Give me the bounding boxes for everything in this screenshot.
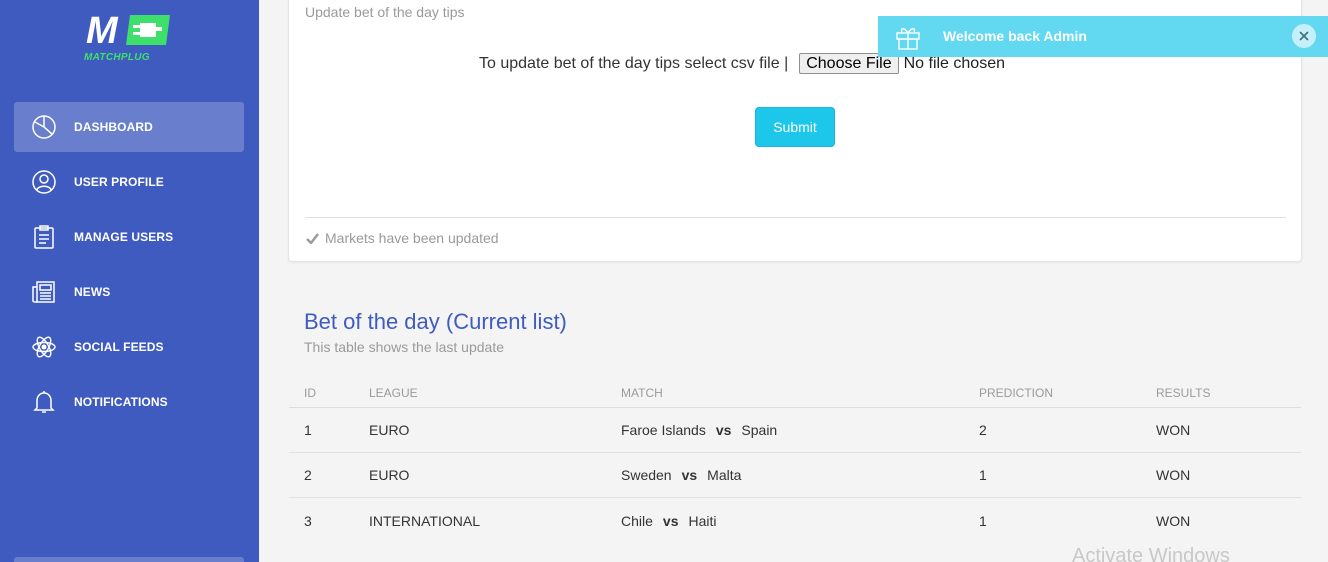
sidebar-item-label: USER PROFILE bbox=[74, 175, 164, 189]
table-title: Bet of the day (Current list) bbox=[304, 309, 567, 334]
column-header-results: RESULTS bbox=[1156, 385, 1211, 400]
cell-match: Sweden vs Malta bbox=[621, 467, 741, 483]
card-footer: Markets have been updated bbox=[306, 230, 499, 246]
logo-text: MATCHPLUG bbox=[84, 52, 150, 63]
user-icon bbox=[30, 168, 58, 196]
vs-label: vs bbox=[681, 467, 698, 483]
table-subtitle: This table shows the last update bbox=[304, 339, 505, 355]
away-team: Spain bbox=[741, 422, 778, 438]
submit-button[interactable]: Submit bbox=[755, 107, 835, 147]
logo[interactable]: M MATCHPLUG bbox=[84, 12, 176, 64]
column-header-id: ID bbox=[304, 385, 316, 400]
card-subtitle: Update bet of the day tips bbox=[305, 4, 465, 20]
home-team: Sweden bbox=[621, 467, 672, 483]
check-icon bbox=[306, 232, 319, 244]
cell-prediction: 1 bbox=[979, 467, 987, 483]
cell-id: 2 bbox=[304, 467, 312, 483]
divider bbox=[305, 217, 1286, 218]
cell-prediction: 2 bbox=[979, 422, 987, 438]
toast-username: Admin bbox=[1043, 28, 1087, 44]
table-header: ID LEAGUE MATCH PREDICTION RESULTS bbox=[289, 378, 1301, 408]
home-team: Faroe Islands bbox=[621, 422, 706, 438]
vs-label: vs bbox=[715, 422, 732, 438]
sidebar-item-label: MANAGE USERS bbox=[74, 230, 174, 244]
cell-result: WON bbox=[1156, 467, 1191, 483]
sidebar-item-partial[interactable] bbox=[14, 557, 244, 562]
cell-match: Chile vs Haiti bbox=[621, 513, 717, 529]
bet-table: ID LEAGUE MATCH PREDICTION RESULTS 1 EUR… bbox=[289, 378, 1301, 543]
column-header-league: LEAGUE bbox=[369, 385, 418, 400]
gift-icon bbox=[894, 23, 922, 56]
table-row: 2 EURO Sweden vs Malta 1 WON bbox=[289, 453, 1301, 498]
welcome-toast: Welcome back Admin bbox=[878, 16, 1328, 57]
cell-result: WON bbox=[1156, 512, 1191, 529]
clipboard-icon bbox=[30, 223, 58, 251]
file-status: No file chosen bbox=[903, 54, 1005, 72]
sidebar-item-label: NOTIFICATIONS bbox=[74, 395, 168, 409]
sidebar-item-social-feeds[interactable]: SOCIAL FEEDS bbox=[14, 322, 244, 372]
sidebar-item-dashboard[interactable]: DASHBOARD bbox=[14, 102, 244, 152]
bell-icon bbox=[30, 388, 58, 416]
sidebar-item-manage-users[interactable]: MANAGE USERS bbox=[14, 212, 244, 262]
table-row: 3 INTERNATIONAL Chile vs Haiti 1 WON bbox=[289, 498, 1301, 543]
close-icon[interactable] bbox=[1292, 24, 1316, 48]
column-header-match: MATCH bbox=[621, 385, 663, 400]
home-team: Chile bbox=[621, 512, 653, 529]
sidebar: M MATCHPLUG DASHBOARD USER PROFILE MANAG… bbox=[0, 0, 259, 562]
cell-id: 3 bbox=[304, 512, 312, 529]
footer-text: Markets have been updated bbox=[325, 230, 499, 246]
activate-windows-watermark: Activate Windows bbox=[1072, 545, 1230, 562]
upload-label: To update bet of the day tips select csv… bbox=[479, 54, 789, 72]
toast-message: Welcome back Admin bbox=[943, 28, 1087, 44]
toast-prefix: Welcome back bbox=[943, 28, 1044, 44]
away-team: Haiti bbox=[688, 512, 717, 529]
cell-league: EURO bbox=[369, 467, 410, 483]
cell-match: Faroe Islands vs Spain bbox=[621, 422, 777, 438]
cell-league: INTERNATIONAL bbox=[369, 512, 480, 529]
column-header-prediction: PREDICTION bbox=[979, 385, 1054, 400]
atom-icon bbox=[30, 333, 58, 361]
sidebar-item-notifications[interactable]: NOTIFICATIONS bbox=[14, 377, 244, 427]
sidebar-item-news[interactable]: NEWS bbox=[14, 267, 244, 317]
sidebar-nav: DASHBOARD USER PROFILE MANAGE USERS NEWS… bbox=[14, 102, 244, 432]
logo-letter: M bbox=[86, 10, 118, 52]
away-team: Malta bbox=[707, 467, 742, 483]
newspaper-icon bbox=[30, 278, 58, 306]
cell-league: EURO bbox=[369, 422, 410, 438]
sidebar-item-label: DASHBOARD bbox=[74, 120, 153, 134]
sidebar-item-label: NEWS bbox=[74, 285, 111, 299]
cell-id: 1 bbox=[304, 422, 312, 438]
cell-prediction: 1 bbox=[979, 512, 987, 529]
vs-label: vs bbox=[662, 512, 679, 529]
sidebar-item-user-profile[interactable]: USER PROFILE bbox=[14, 157, 244, 207]
table-row: 1 EURO Faroe Islands vs Spain 2 WON bbox=[289, 408, 1301, 453]
cell-result: WON bbox=[1156, 422, 1191, 438]
pie-chart-icon bbox=[30, 113, 58, 141]
sidebar-item-label: SOCIAL FEEDS bbox=[74, 340, 164, 354]
plug-logo-icon bbox=[126, 15, 170, 45]
